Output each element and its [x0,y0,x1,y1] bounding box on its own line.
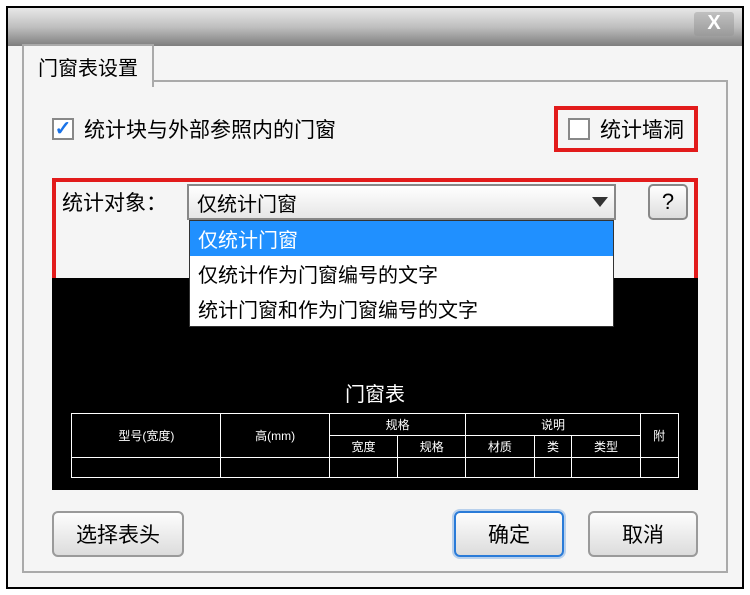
header-cell: 类型 [572,436,640,458]
header-cell: 材质 [466,436,534,458]
checkbox-block-external-label: 统计块与外部参照内的门窗 [84,114,336,144]
header-cell: 型号(宽度) [72,414,221,458]
data-cell [466,458,534,478]
cancel-button[interactable]: 取消 [588,511,698,557]
select-header-button[interactable]: 选择表头 [52,511,184,557]
chevron-down-icon [592,197,608,207]
tab-title[interactable]: 门窗表设置 [22,44,154,87]
header-cell: 规格 [329,414,465,436]
stat-target-combobox[interactable]: 仅统计门窗 仅统计门窗 仅统计作为门窗编号的文字 统计门窗和作为门窗编号的文字 [187,184,616,220]
data-cell [572,458,640,478]
header-cell: 说明 [466,414,640,436]
checkbox-wall-hole-label: 统计墙洞 [600,114,684,144]
help-button[interactable]: ? [648,184,688,220]
checkbox-box-unchecked[interactable] [568,118,590,140]
stat-target-dropdown: 仅统计门窗 仅统计作为门窗编号的文字 统计门窗和作为门窗编号的文字 [189,220,614,327]
stat-target-label: 统计对象： [62,187,167,217]
checkbox-box-checked[interactable] [52,118,74,140]
header-cell: 类 [534,436,572,458]
data-cell [534,458,572,478]
table-row: 型号(宽度) 高(mm) 规格 说明 附 [72,414,678,436]
dropdown-option-1[interactable]: 仅统计作为门窗编号的文字 [190,256,613,291]
checkbox-wall-hole[interactable]: 统计墙洞 [568,114,684,144]
stat-target-row: 统计对象： 仅统计门窗 仅统计门窗 仅统计作为门窗编号的文字 统计门窗和作为门窗… [62,184,688,220]
close-button[interactable]: X [694,12,734,36]
header-cell: 规格 [398,436,466,458]
checkbox-wall-hole-highlight: 统计墙洞 [554,106,698,152]
dropdown-option-2[interactable]: 统计门窗和作为门窗编号的文字 [190,291,613,326]
preview-table: 型号(宽度) 高(mm) 规格 说明 附 宽度 规格 材质 类 类型 [71,413,678,478]
data-cell [398,458,466,478]
header-cell: 宽度 [329,436,397,458]
checkbox-row: 统计块与外部参照内的门窗 统计墙洞 [52,106,698,152]
header-cell: 高(mm) [221,414,330,458]
data-cell [329,458,397,478]
data-cell [640,458,678,478]
dialog-window: X 门窗表设置 统计块与外部参照内的门窗 统计墙洞 统计对象： 仅统计门窗 [6,6,744,589]
button-row: 选择表头 确定 取消 [52,511,698,557]
titlebar: X [8,8,742,46]
dropdown-option-0[interactable]: 仅统计门窗 [190,221,613,256]
data-cell [221,458,330,478]
combo-selected-text: 仅统计门窗 [197,188,297,217]
header-cell: 附 [640,414,678,458]
ok-button[interactable]: 确定 [454,511,564,557]
data-cell [72,458,221,478]
table-row [72,458,678,478]
preview-title: 门窗表 [52,378,698,413]
checkbox-block-external[interactable]: 统计块与外部参照内的门窗 [52,114,336,144]
content-panel: 统计块与外部参照内的门窗 统计墙洞 统计对象： 仅统计门窗 仅统计门窗 仅统计作… [22,80,728,573]
